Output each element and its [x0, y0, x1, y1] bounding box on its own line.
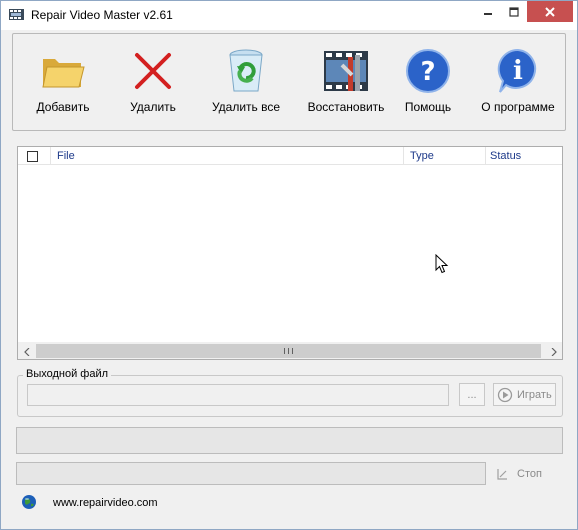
- delete-all-label: Удалить все: [211, 100, 281, 114]
- column-header-status[interactable]: Status: [490, 150, 521, 162]
- play-button[interactable]: Играть: [493, 383, 556, 406]
- delete-button[interactable]: Удалить: [117, 34, 189, 130]
- horizontal-scrollbar[interactable]: [18, 342, 562, 359]
- mouse-cursor-icon: [435, 254, 449, 274]
- current-progress-bar: [16, 462, 486, 485]
- svg-text:?: ?: [420, 57, 435, 87]
- delete-x-icon: [135, 53, 171, 89]
- browse-button[interactable]: ...: [459, 383, 485, 406]
- restore-label: Восстановить: [307, 100, 385, 114]
- minimize-icon: [484, 12, 492, 15]
- play-icon: [497, 387, 513, 402]
- list-header: File Type Status: [18, 147, 562, 165]
- restore-button[interactable]: Восстановить: [301, 34, 391, 130]
- column-header-type[interactable]: Type: [410, 150, 434, 162]
- scroll-thumb[interactable]: [36, 344, 541, 358]
- chevron-right-icon: [551, 347, 557, 356]
- add-label: Добавить: [36, 100, 90, 114]
- window-title: Repair Video Master v2.61: [31, 8, 173, 22]
- help-icon: ?: [406, 49, 450, 93]
- scroll-right-button[interactable]: [545, 343, 562, 360]
- close-icon: [545, 6, 555, 17]
- app-window: Repair Video Master v2.61 Добавить Удали…: [0, 0, 578, 530]
- column-header-file[interactable]: File: [57, 150, 75, 162]
- delete-all-button[interactable]: Удалить все: [207, 34, 285, 130]
- stop-icon: [497, 468, 507, 480]
- recycle-bin-icon: [229, 49, 263, 92]
- stop-button[interactable]: Стоп: [492, 462, 558, 485]
- add-button[interactable]: Добавить: [27, 34, 99, 130]
- maximize-icon: [509, 6, 519, 17]
- globe-icon: [22, 495, 36, 509]
- folder-icon: [42, 59, 85, 88]
- file-list[interactable]: File Type Status: [17, 146, 563, 360]
- grip-icon: [284, 348, 293, 354]
- title-bar[interactable]: Repair Video Master v2.61: [1, 1, 577, 30]
- output-file-label: Выходной файл: [23, 368, 112, 380]
- about-label: О программе: [481, 100, 555, 114]
- scroll-left-button[interactable]: [18, 343, 35, 360]
- film-tools-icon: [324, 51, 368, 91]
- app-logo-icon: [9, 9, 24, 20]
- help-button[interactable]: ? Помощь: [397, 34, 459, 130]
- about-button[interactable]: i О программе: [479, 34, 557, 130]
- info-icon: i: [497, 48, 537, 93]
- stop-label: Стоп: [517, 467, 542, 480]
- toolbar: Добавить Удалить Удалить все Восстановит…: [12, 33, 566, 131]
- chevron-left-icon: [23, 347, 29, 356]
- output-path-field[interactable]: [27, 384, 449, 406]
- overall-progress-bar: [16, 427, 563, 454]
- select-all-checkbox[interactable]: [27, 151, 38, 162]
- maximize-button[interactable]: [501, 1, 527, 22]
- delete-label: Удалить: [130, 100, 176, 114]
- close-button[interactable]: [527, 1, 573, 22]
- svg-text:i: i: [513, 56, 523, 86]
- help-label: Помощь: [404, 100, 452, 114]
- minimize-button[interactable]: [475, 1, 501, 22]
- play-label: Играть: [517, 388, 552, 401]
- website-link[interactable]: www.repairvideo.com: [53, 497, 158, 509]
